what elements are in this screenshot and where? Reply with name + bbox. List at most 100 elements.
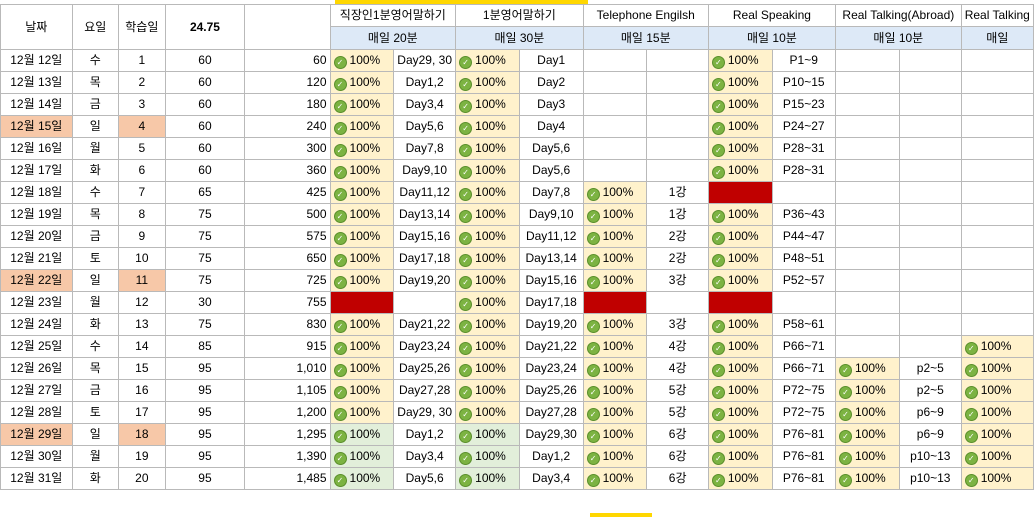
date-cell[interactable]: 12월 15일: [0, 115, 73, 138]
weekday-cell[interactable]: 토: [71, 401, 119, 424]
minutes-cell[interactable]: 65: [164, 181, 246, 204]
status-cell[interactable]: ✓ 100%: [455, 203, 520, 226]
status-cell[interactable]: ✓ 100%: [582, 379, 648, 402]
date-cell[interactable]: 12월 14일: [0, 93, 73, 116]
status-cell[interactable]: ✓ 100%: [455, 159, 520, 182]
status-cell[interactable]: ✓ 100%: [582, 225, 648, 248]
status-cell[interactable]: ✓ 100%: [329, 445, 395, 468]
status-cell[interactable]: ✓ 100%: [329, 137, 395, 160]
weekday-cell[interactable]: 월: [71, 445, 119, 468]
progress-cell[interactable]: [898, 247, 962, 270]
progress-cell[interactable]: p2~5: [898, 379, 962, 402]
status-cell[interactable]: ✓ 100%: [329, 71, 395, 94]
status-cell[interactable]: [834, 49, 900, 72]
status-cell[interactable]: [960, 247, 1034, 270]
status-cell[interactable]: ✓ 100%: [455, 247, 520, 270]
progress-cell[interactable]: Day29, 30: [393, 49, 457, 72]
progress-cell[interactable]: Day1,2: [393, 71, 457, 94]
date-cell[interactable]: 12월 16일: [0, 137, 73, 160]
weekday-cell[interactable]: 수: [71, 181, 119, 204]
status-cell[interactable]: ✓ 100%: [960, 445, 1034, 468]
status-cell[interactable]: [707, 291, 773, 314]
status-cell[interactable]: [960, 71, 1034, 94]
date-cell[interactable]: 12월 27일: [0, 379, 73, 402]
status-cell[interactable]: ✓ 100%: [455, 49, 520, 72]
progress-cell[interactable]: 1강: [646, 181, 709, 204]
progress-cell[interactable]: Day29, 30: [393, 401, 457, 424]
minutes-cell[interactable]: 95: [164, 423, 246, 446]
status-cell[interactable]: ✓ 100%: [455, 423, 520, 446]
status-cell[interactable]: ✓ 100%: [834, 401, 900, 424]
day-number-cell[interactable]: 20: [117, 467, 166, 490]
day-number-cell[interactable]: 6: [117, 159, 166, 182]
cumulative-cell[interactable]: 1,390: [244, 445, 331, 468]
status-cell[interactable]: [582, 291, 648, 314]
progress-cell[interactable]: Day3,4: [518, 467, 584, 490]
cumulative-cell[interactable]: 300: [244, 137, 331, 160]
cumulative-cell[interactable]: 830: [244, 313, 331, 336]
weekday-cell[interactable]: 토: [71, 247, 119, 270]
status-cell[interactable]: ✓ 100%: [455, 291, 520, 314]
minutes-cell[interactable]: 75: [164, 247, 246, 270]
status-cell[interactable]: [834, 93, 900, 116]
progress-cell[interactable]: [898, 71, 962, 94]
progress-cell[interactable]: p10~13: [898, 445, 962, 468]
day-number-cell[interactable]: 4: [117, 115, 166, 138]
progress-cell[interactable]: [898, 181, 962, 204]
section-title-3[interactable]: Telephone Engilsh: [582, 4, 709, 27]
status-cell[interactable]: ✓ 100%: [329, 467, 395, 490]
status-cell[interactable]: [960, 115, 1034, 138]
progress-cell[interactable]: 6강: [646, 445, 709, 468]
section-sub-3[interactable]: 매일 15분: [582, 26, 709, 50]
weekday-header[interactable]: 요일: [71, 4, 119, 50]
progress-cell[interactable]: Day19,20: [518, 313, 584, 336]
minutes-cell[interactable]: 95: [164, 401, 246, 424]
section-sub-1[interactable]: 매일 20분: [329, 26, 457, 50]
cumulative-cell[interactable]: 1,010: [244, 357, 331, 380]
status-cell[interactable]: ✓ 100%: [960, 335, 1034, 358]
section-title-4[interactable]: Real Speaking: [707, 4, 836, 27]
progress-cell[interactable]: P44~47: [771, 225, 836, 248]
progress-cell[interactable]: [898, 203, 962, 226]
day-number-cell[interactable]: 8: [117, 203, 166, 226]
progress-cell[interactable]: Day29,30: [518, 423, 584, 446]
progress-cell[interactable]: 4강: [646, 357, 709, 380]
status-cell[interactable]: ✓ 100%: [707, 313, 773, 336]
status-cell[interactable]: ✓ 100%: [329, 269, 395, 292]
section-title-2[interactable]: 1분영어말하기: [455, 4, 584, 27]
progress-cell[interactable]: Day15,16: [393, 225, 457, 248]
cumulative-cell[interactable]: 1,485: [244, 467, 331, 490]
status-cell[interactable]: ✓ 100%: [582, 269, 648, 292]
weekday-cell[interactable]: 일: [71, 423, 119, 446]
cumulative-header[interactable]: [244, 4, 331, 50]
day-number-cell[interactable]: 14: [117, 335, 166, 358]
minutes-cell[interactable]: 75: [164, 203, 246, 226]
day-number-cell[interactable]: 2: [117, 71, 166, 94]
status-cell[interactable]: ✓ 100%: [329, 181, 395, 204]
status-cell[interactable]: ✓ 100%: [707, 137, 773, 160]
status-cell[interactable]: [960, 203, 1034, 226]
weekday-cell[interactable]: 목: [71, 203, 119, 226]
cumulative-cell[interactable]: 360: [244, 159, 331, 182]
progress-cell[interactable]: Day11,12: [393, 181, 457, 204]
minutes-cell[interactable]: 60: [164, 71, 246, 94]
progress-cell[interactable]: [898, 269, 962, 292]
progress-cell[interactable]: Day4: [518, 115, 584, 138]
status-cell[interactable]: ✓ 100%: [329, 225, 395, 248]
day-number-cell[interactable]: 5: [117, 137, 166, 160]
cumulative-cell[interactable]: 180: [244, 93, 331, 116]
status-cell[interactable]: ✓ 100%: [707, 225, 773, 248]
weekday-cell[interactable]: 월: [71, 137, 119, 160]
progress-cell[interactable]: [393, 291, 457, 314]
progress-cell[interactable]: P58~61: [771, 313, 836, 336]
status-cell[interactable]: ✓ 100%: [707, 401, 773, 424]
day-number-cell[interactable]: 18: [117, 423, 166, 446]
status-cell[interactable]: [834, 71, 900, 94]
progress-cell[interactable]: P28~31: [771, 159, 836, 182]
progress-cell[interactable]: Day3,4: [393, 93, 457, 116]
progress-cell[interactable]: Day1,2: [518, 445, 584, 468]
day-number-cell[interactable]: 16: [117, 379, 166, 402]
day-number-cell[interactable]: 10: [117, 247, 166, 270]
status-cell[interactable]: ✓ 100%: [707, 71, 773, 94]
minutes-cell[interactable]: 95: [164, 379, 246, 402]
